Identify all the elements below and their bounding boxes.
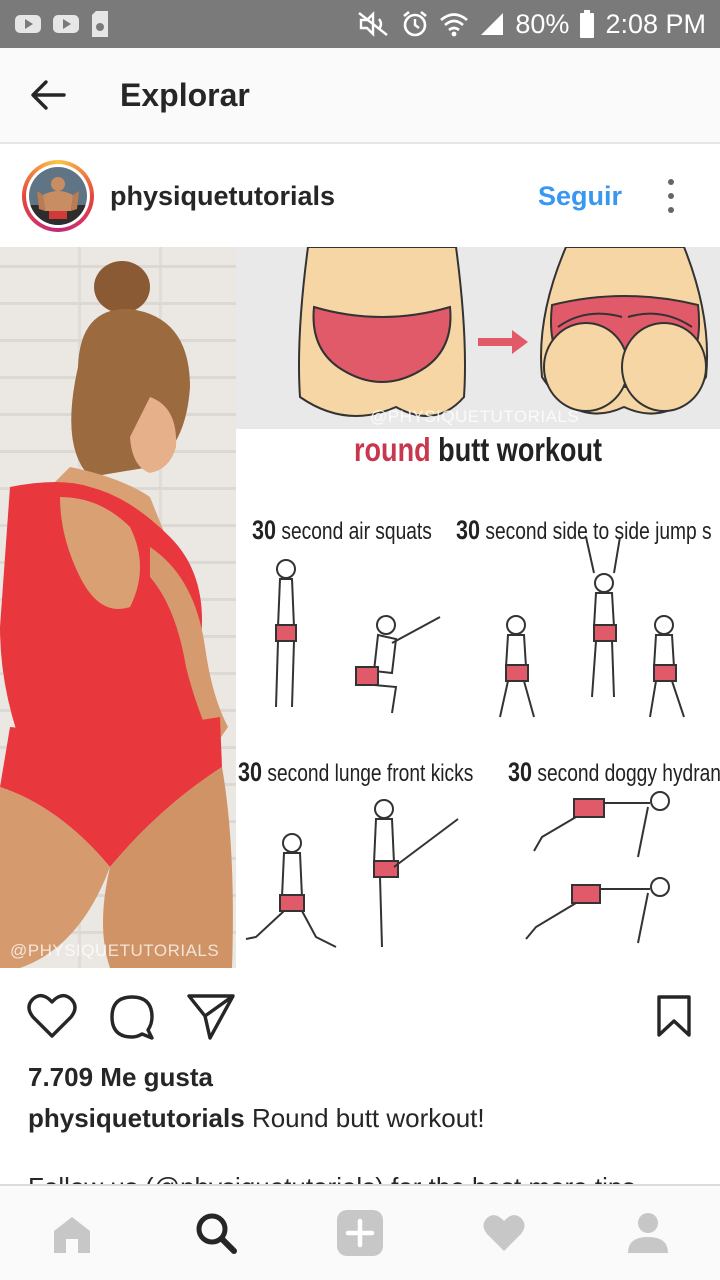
bookmark-icon [657,995,691,1037]
caption-more: Follow us (@physiquetutorials) for the b… [28,1172,688,1184]
nav-search[interactable] [166,1188,266,1278]
post-actions [0,968,720,1064]
heart-icon [483,1215,525,1251]
mute-icon [358,11,389,37]
caption-username[interactable]: physiquetutorials [28,1103,245,1133]
nav-profile[interactable] [598,1188,698,1278]
avatar-image [29,167,87,225]
home-icon [54,1217,90,1253]
alarm-icon [403,10,428,37]
status-right: 80% 2:08 PM [357,9,706,40]
workout-infographic: @PHYSIQUETUTORIALS round butt workout 30… [236,247,720,968]
video-icon [15,15,41,33]
more-dot [668,193,674,199]
save-button[interactable] [654,994,694,1038]
nav-activity[interactable] [454,1188,554,1278]
profile-icon [628,1213,668,1253]
wifi-icon [440,13,469,37]
post-header: physiquetutorials Seguir [0,146,720,246]
caption-text: Round butt workout! [251,1103,485,1133]
post-image[interactable]: @PHYSIQUETUTORIALS @PHYSIQUETUTORIALS ro… [0,247,720,968]
add-post-icon [337,1210,383,1256]
back-arrow-icon [31,80,66,110]
battery-level: 80% [515,8,570,39]
nav-home[interactable] [22,1188,122,1278]
storage-icon [92,11,108,37]
post-username[interactable]: physiquetutorials [110,181,335,212]
nav-add[interactable] [310,1188,410,1278]
woman-photo [0,261,233,968]
status-bar: 80% 2:08 PM [0,0,720,48]
more-dot [668,207,674,213]
exercise-figures [245,536,685,948]
photo-panel: @PHYSIQUETUTORIALS [0,247,236,968]
search-icon [196,1213,237,1254]
avatar-inner [26,164,90,228]
like-count[interactable]: 7.709 Me gusta [28,1062,213,1093]
direct-share-icon [187,994,235,1040]
more-vertical-icon[interactable] [656,179,686,213]
app-header: Explorar [0,48,720,144]
comment-icon [110,995,154,1040]
bottom-nav [0,1184,720,1280]
comment-button[interactable] [108,992,156,1040]
battery-icon [580,10,595,38]
clock: 2:08 PM [605,8,706,39]
share-button[interactable] [186,992,236,1040]
more-dot [668,179,674,185]
follow-button[interactable]: Seguir [538,181,622,212]
watermark-bottom: @PHYSIQUETUTORIALS [10,941,220,960]
heart-icon [27,993,77,1038]
post-caption: physiquetutorials Round butt workout! [28,1103,485,1134]
video-icon [53,15,79,33]
back-button[interactable] [0,47,96,143]
avatar[interactable] [22,160,94,232]
signal-icon [481,13,504,35]
page-title: Explorar [120,76,250,113]
status-left-icons [14,11,110,37]
like-button[interactable] [26,993,78,1039]
